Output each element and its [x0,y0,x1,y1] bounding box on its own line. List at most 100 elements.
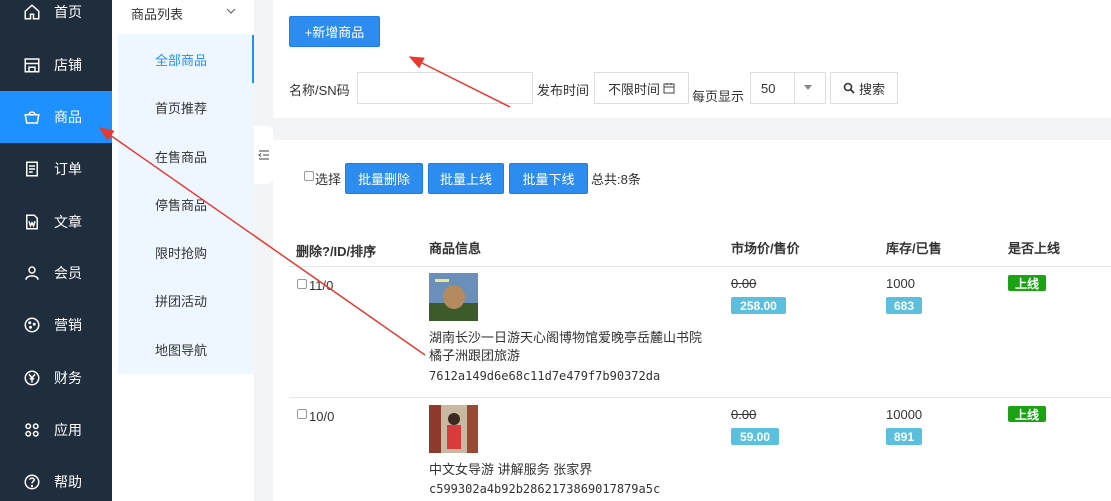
chevron-down-icon [226,8,236,14]
nav-item-home[interactable]: 首页 [0,0,112,38]
table-divider [289,266,1111,267]
nav-item-articles[interactable]: 文章 [0,196,112,248]
goods-thumbnail[interactable] [429,405,478,453]
document-icon [21,158,43,180]
select-all-label: 选择 [315,172,342,187]
main-nav: 首页 店铺 商品 订单 文章 会员 营销 财务 应用 帮助 [0,0,112,501]
per-page-select[interactable]: 50 [750,72,826,104]
stock-count: 10000 [886,407,923,422]
home-icon [21,1,43,23]
submenu-item-label: 全部商品 [155,52,208,68]
submenu-item-label: 停售商品 [155,197,208,213]
nav-item-label: 店铺 [54,57,82,73]
submenu-item-map-nav[interactable]: 地图导航 [118,325,254,373]
caret-down-icon [804,85,812,90]
sale-price-badge: 59.00 [731,428,779,445]
nav-item-label: 订单 [54,161,82,177]
nav-item-label: 应用 [54,422,82,438]
user-icon [21,262,43,284]
goods-sn: c599302a4b92b2862173869017879a5c [429,482,661,496]
submenu-item-label: 限时抢购 [155,245,208,261]
col-header-delete-id-sort: 删除?/ID/排序 [296,244,377,259]
nav-item-label: 财务 [54,370,82,386]
nav-item-finance[interactable]: 财务 [0,352,112,404]
col-header-goods-info: 商品信息 [429,241,482,256]
select-all-checkbox[interactable] [304,171,314,181]
nav-item-members[interactable]: 会员 [0,247,112,299]
goods-thumbnail[interactable] [429,273,478,321]
submenu: 商品列表 全部商品 首页推荐 在售商品 停售商品 限时抢购 拼团活动 地图导航 [112,0,254,501]
goods-sn: 7612a149d6e68c11d7e479f7b90372da [429,369,661,383]
submenu-item-home-recommend[interactable]: 首页推荐 [118,83,254,131]
submenu-item-label: 拼团活动 [155,293,208,309]
submenu-item-group-buy[interactable]: 拼团活动 [118,276,254,324]
sold-count-badge: 891 [886,428,922,445]
col-header-online: 是否上线 [1008,241,1061,256]
search-button[interactable]: 搜索 [830,72,898,104]
submenu-item-label: 首页推荐 [155,100,208,116]
help-icon [21,471,43,493]
store-icon [21,54,43,76]
stock-count: 1000 [886,276,915,291]
cookie-icon [21,314,43,336]
row-id-sort: 10/0 [309,409,335,424]
nav-item-label: 首页 [54,4,82,20]
submenu-item-on-sale[interactable]: 在售商品 [118,132,254,180]
goods-list-panel [273,140,1111,501]
submenu-item-label: 地图导航 [155,342,208,358]
nav-item-goods[interactable]: 商品 [0,91,112,143]
market-price: 0.00 [731,407,757,422]
add-goods-button[interactable]: +新增商品 [289,16,380,47]
nav-item-apps[interactable]: 应用 [0,404,112,456]
publish-time-picker[interactable]: 不限时间 [594,72,689,104]
name-sn-label: 名称/SN码 [289,83,350,98]
sale-price-badge: 258.00 [731,297,786,314]
publish-time-value: 不限时间 [607,81,660,97]
table-divider [289,397,1111,398]
submenu-header-label: 商品列表 [131,6,184,22]
online-status-badge[interactable]: 上线 [1008,275,1046,291]
submenu-list: 全部商品 首页推荐 在售商品 停售商品 限时抢购 拼团活动 地图导航 [118,34,254,374]
submenu-header[interactable]: 商品列表 [112,0,254,26]
goods-title[interactable]: 中文女导游 讲解服务 张家界 [429,459,592,478]
row-id-sort: 11/0 [309,278,334,293]
name-sn-input[interactable] [357,72,533,104]
publish-time-label: 发布时间 [537,83,590,98]
per-page-label: 每页显示 [692,89,745,104]
sold-count-badge: 683 [886,297,922,314]
nav-item-marketing[interactable]: 营销 [0,299,112,351]
row-checkbox[interactable] [297,279,307,289]
bulk-delete-button[interactable]: 批量删除 [345,163,423,194]
search-icon [843,82,855,94]
yen-icon [21,367,43,389]
nav-item-label: 文章 [54,214,82,230]
bulk-online-button[interactable]: 批量上线 [428,163,504,194]
online-status-badge[interactable]: 上线 [1008,406,1046,422]
per-page-value: 50 [761,80,776,96]
row-checkbox[interactable] [297,409,307,419]
goods-title[interactable]: 湖南长沙一日游天心阁博物馆爱晚亭岳麓山书院 [429,327,702,346]
nav-item-label: 帮助 [54,474,82,490]
word-file-icon [21,211,43,233]
outdent-icon [257,150,269,160]
search-button-label: 搜索 [858,81,885,97]
apps-icon [21,419,43,441]
nav-item-label: 营销 [54,317,82,333]
total-count: 总共:8条 [591,172,641,187]
bulk-offline-button[interactable]: 批量下线 [509,163,588,194]
calendar-icon [663,83,675,94]
nav-item-label: 会员 [54,265,82,281]
basket-icon [21,106,43,128]
submenu-item-label: 在售商品 [155,149,208,165]
nav-item-store[interactable]: 店铺 [0,39,112,91]
col-header-stock-sold: 库存/已售 [886,241,942,256]
submenu-item-all-goods[interactable]: 全部商品 [118,35,254,83]
collapse-sidebar-toggle[interactable] [254,126,273,184]
submenu-item-off-sale[interactable]: 停售商品 [118,180,254,228]
goods-title-continued[interactable]: 橘子洲跟团旅游 [429,345,520,364]
market-price: 0.00 [731,276,757,291]
nav-item-orders[interactable]: 订单 [0,143,112,195]
submenu-item-flash-sale[interactable]: 限时抢购 [118,228,254,276]
nav-item-help[interactable]: 帮助 [0,456,112,501]
nav-item-label: 商品 [54,109,82,125]
